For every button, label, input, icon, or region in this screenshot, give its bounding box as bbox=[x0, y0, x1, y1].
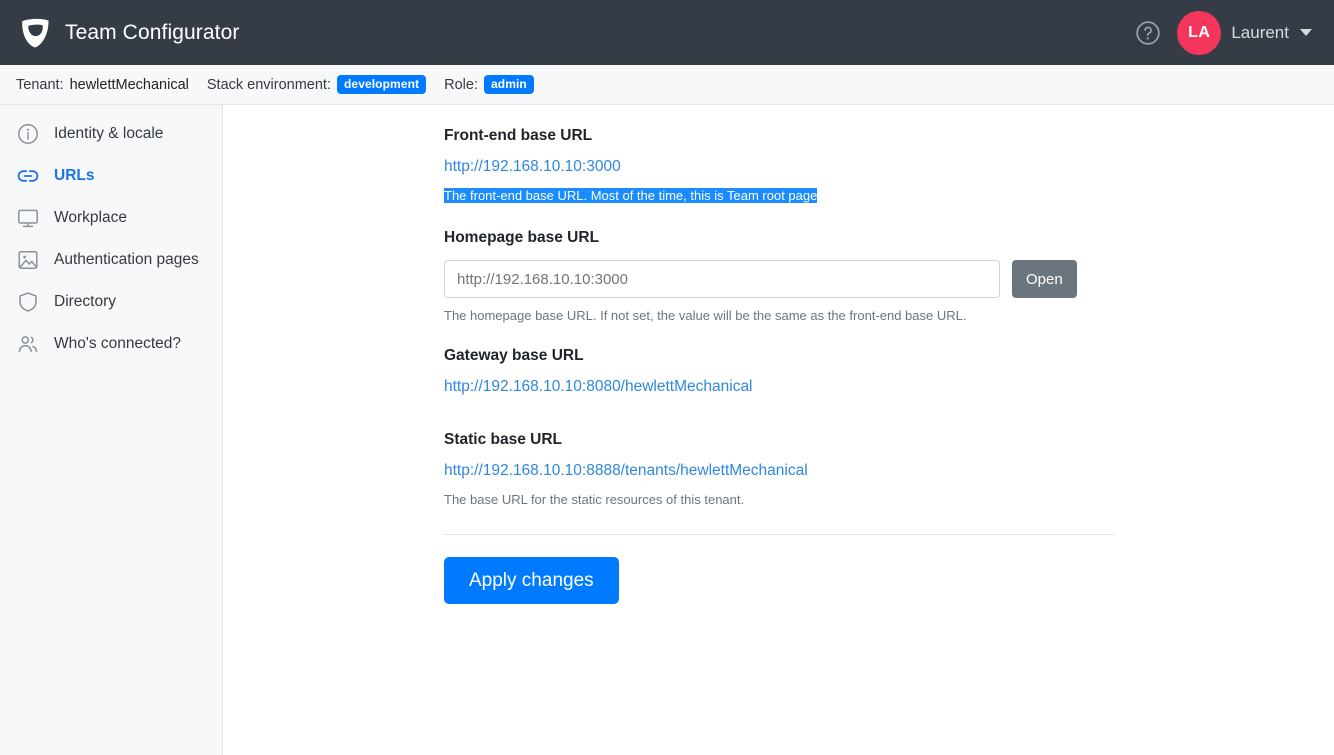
role-group: Role: admin bbox=[444, 75, 534, 94]
tenant-group: Tenant: hewlettMechanical bbox=[16, 77, 189, 93]
question-circle-icon[interactable] bbox=[1135, 20, 1161, 46]
sidebar-item-urls[interactable]: URLs bbox=[0, 155, 222, 197]
monitor-icon bbox=[18, 209, 38, 228]
gateway-base-url-label: Gateway base URL bbox=[444, 346, 584, 364]
context-bar: Tenant: hewlettMechanical Stack environm… bbox=[0, 65, 1334, 105]
stack-environment-badge: development bbox=[337, 75, 427, 94]
image-icon bbox=[18, 251, 38, 269]
chevron-down-icon bbox=[1300, 29, 1312, 36]
open-button[interactable]: Open bbox=[1012, 260, 1077, 298]
shield-icon bbox=[19, 292, 37, 312]
stack-environment-group: Stack environment: development bbox=[206, 75, 427, 94]
sidebar-item-label: Workplace bbox=[54, 209, 127, 226]
brand-title: Team Configurator bbox=[65, 20, 240, 44]
avatar: LA bbox=[1177, 10, 1222, 55]
role-label: Role: bbox=[444, 76, 478, 93]
frontend-base-url-help-wrapper: The front-end base URL. Most of the time… bbox=[444, 187, 1114, 205]
header-right: LA Laurent bbox=[1135, 10, 1312, 55]
shield-leaf-logo bbox=[22, 18, 49, 47]
main-content: Front-end base URL http://192.168.10.10:… bbox=[223, 105, 1334, 755]
homepage-base-url-help: The homepage base URL. If not set, the v… bbox=[444, 308, 967, 323]
gateway-base-url-section: Gateway base URL http://192.168.10.10:80… bbox=[444, 347, 1114, 407]
frontend-base-url-label: Front-end base URL bbox=[444, 127, 593, 144]
sidebar-item-directory[interactable]: Directory bbox=[0, 281, 222, 323]
info-circle-icon bbox=[18, 124, 38, 144]
sidebar-item-whos-connected[interactable]: Who's connected? bbox=[0, 323, 222, 365]
user-menu[interactable]: LA Laurent bbox=[1177, 10, 1312, 55]
sidebar-item-workplace[interactable]: Workplace bbox=[0, 197, 222, 239]
stack-environment-label: Stack environment: bbox=[206, 76, 331, 93]
app-header: Team Configurator LA Laurent bbox=[0, 0, 1334, 65]
apply-changes-button[interactable]: Apply changes bbox=[444, 557, 619, 605]
static-base-url-link[interactable]: http://192.168.10.10:8888/tenants/hewlet… bbox=[444, 462, 808, 480]
gateway-base-url-link[interactable]: http://192.168.10.10:8080/hewlettMechani… bbox=[444, 378, 753, 396]
section-divider bbox=[444, 534, 1114, 536]
sidebar-item-label: Authentication pages bbox=[54, 251, 199, 268]
tenant-value: hewlettMechanical bbox=[69, 76, 189, 93]
urls-form: Front-end base URL http://192.168.10.10:… bbox=[444, 105, 1114, 605]
sidebar-item-label: Directory bbox=[54, 293, 117, 310]
static-base-url-help: The base URL for the static resources of… bbox=[444, 491, 745, 507]
role-badge: admin bbox=[483, 75, 534, 94]
sidebar: Identity & locale URLs Workplace Authent… bbox=[0, 105, 223, 755]
homepage-input-row: Open bbox=[444, 260, 1114, 298]
sidebar-item-authentication-pages[interactable]: Authentication pages bbox=[0, 239, 222, 281]
homepage-base-url-section: Homepage base URL Open The homepage base… bbox=[444, 229, 1114, 325]
brand[interactable]: Team Configurator bbox=[18, 16, 239, 50]
sidebar-item-label: URLs bbox=[54, 167, 95, 184]
static-base-url-label: Static base URL bbox=[444, 430, 563, 448]
sidebar-item-label: Who's connected? bbox=[54, 335, 182, 352]
homepage-base-url-label: Homepage base URL bbox=[444, 229, 600, 246]
body: Identity & locale URLs Workplace Authent… bbox=[0, 105, 1334, 755]
user-name: Laurent bbox=[1231, 22, 1289, 42]
link-icon bbox=[17, 170, 39, 182]
homepage-base-url-input[interactable] bbox=[444, 260, 1000, 298]
frontend-base-url-section: Front-end base URL http://192.168.10.10:… bbox=[444, 127, 1114, 205]
sidebar-item-identity-locale[interactable]: Identity & locale bbox=[0, 113, 222, 155]
frontend-base-url-link[interactable]: http://192.168.10.10:3000 bbox=[444, 158, 621, 176]
sidebar-item-label: Identity & locale bbox=[54, 125, 164, 142]
users-icon bbox=[18, 336, 38, 353]
static-base-url-section: Static base URL http://192.168.10.10:888… bbox=[444, 431, 1114, 509]
frontend-base-url-help: The front-end base URL. Most of the time… bbox=[444, 188, 818, 203]
tenant-label: Tenant: bbox=[16, 76, 64, 93]
